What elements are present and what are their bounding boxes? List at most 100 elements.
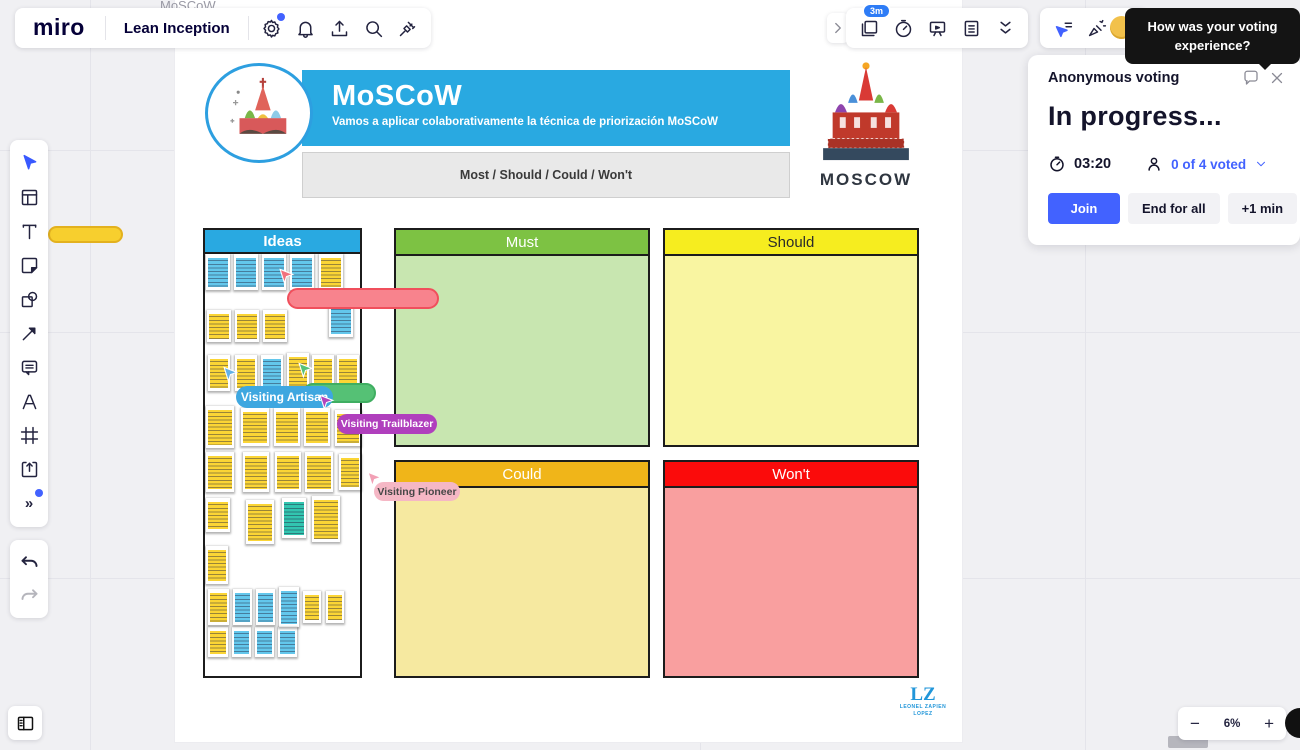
sticky-note[interactable] [303, 407, 331, 447]
cursor-label-pill[interactable] [48, 226, 123, 243]
sticky-note[interactable] [277, 626, 298, 658]
voted-count[interactable]: 0 of 4 voted [1171, 157, 1246, 172]
comment-tool-button[interactable] [13, 351, 45, 384]
sticky-note[interactable] [240, 407, 270, 447]
redo-button[interactable] [13, 579, 45, 612]
frames-timer-button[interactable]: 3m [852, 10, 886, 46]
undo-icon [19, 552, 40, 573]
speech-bubble-icon [1242, 69, 1260, 87]
zoom-level[interactable]: 6% [1224, 718, 1241, 730]
sticky-note[interactable] [302, 590, 322, 624]
help-button[interactable] [1285, 708, 1300, 738]
moscow-caption: MOSCOW [820, 170, 912, 190]
cursor-label-pill[interactable] [287, 288, 439, 309]
undo-button[interactable] [13, 546, 45, 579]
connector-tool-button[interactable] [13, 317, 45, 350]
miro-logo[interactable]: miro [21, 14, 99, 43]
sticky-note[interactable] [231, 626, 252, 658]
sticky-note[interactable] [273, 407, 301, 447]
zoom-in-button[interactable]: + [1264, 715, 1274, 732]
sidebar-toggle-button[interactable] [8, 706, 42, 740]
sticky-note[interactable] [232, 588, 253, 626]
sticky-note-tool-button[interactable] [13, 249, 45, 282]
extend-time-button[interactable]: +1 min [1228, 193, 1298, 224]
export-button[interactable] [323, 10, 357, 46]
zoom-out-button[interactable]: − [1190, 715, 1200, 732]
cathedral-circle-image[interactable] [205, 63, 313, 163]
wont-quadrant[interactable]: Won't [663, 460, 919, 678]
celebrate-button[interactable] [1080, 10, 1114, 46]
easel-icon [927, 18, 948, 39]
zoom-controls: − 6% + [1178, 707, 1286, 740]
shapes-tool-button[interactable] [13, 283, 45, 316]
join-button[interactable]: Join [1048, 193, 1120, 224]
sticky-note[interactable] [281, 497, 307, 539]
sticky-note[interactable] [205, 545, 229, 585]
should-quadrant[interactable]: Should [663, 228, 919, 447]
sticky-note[interactable] [254, 626, 275, 658]
search-icon [363, 18, 384, 39]
must-quadrant[interactable]: Must [394, 228, 650, 447]
text-icon [19, 221, 40, 242]
notes-button[interactable] [954, 10, 988, 46]
redo-icon [19, 585, 40, 606]
sticky-note[interactable] [205, 497, 231, 533]
sticky-note[interactable] [234, 309, 260, 343]
laser-pointer-button[interactable] [1046, 10, 1080, 46]
stopwatch-icon [1048, 155, 1066, 173]
more-tools-button[interactable] [988, 10, 1022, 46]
select-tool-button[interactable] [13, 147, 45, 180]
more-tools-sidebar-button[interactable]: » [13, 487, 45, 520]
credit-name-line1: LEONEL ZAPIEN [893, 704, 953, 711]
frame-tool-button[interactable] [13, 419, 45, 452]
moscow-order-bar[interactable]: Most / Should / Could / Won't [302, 152, 790, 198]
disconnect-button[interactable] [391, 10, 425, 46]
sticky-note[interactable] [325, 590, 345, 624]
sticky-note[interactable] [207, 588, 230, 626]
templates-tool-button[interactable] [13, 181, 45, 214]
sticky-note[interactable] [274, 451, 302, 493]
timer-button[interactable] [886, 10, 920, 46]
sticky-note[interactable] [262, 309, 288, 343]
end-for-all-button[interactable]: End for all [1128, 193, 1220, 224]
sticky-note[interactable] [233, 253, 259, 291]
sticky-note[interactable] [205, 405, 235, 449]
shapes-icon [19, 289, 40, 310]
upload-tool-button[interactable] [13, 453, 45, 486]
text-tool-button[interactable] [13, 215, 45, 248]
settings-button[interactable] [255, 10, 289, 46]
sticky-note[interactable] [207, 626, 229, 658]
notifications-button[interactable] [289, 10, 323, 46]
presentation-button[interactable] [920, 10, 954, 46]
confetti-icon [1087, 18, 1108, 39]
grid-line [90, 0, 91, 750]
sticky-note[interactable] [242, 451, 270, 493]
notification-dot [277, 13, 285, 21]
must-header: Must [396, 230, 648, 256]
sticky-note[interactable] [338, 453, 362, 491]
sticky-note[interactable] [318, 253, 344, 291]
divider [105, 16, 106, 40]
author-credit: LZ LEONEL ZAPIEN LOPEZ [893, 685, 953, 718]
chevron-down-icon[interactable] [1254, 157, 1268, 171]
moscow-image[interactable]: MOSCOW [815, 60, 917, 198]
search-button[interactable] [357, 10, 391, 46]
sticky-note[interactable] [206, 309, 232, 343]
laser-pointer-icon [1053, 18, 1074, 39]
sticky-note[interactable] [205, 253, 231, 291]
sticky-note[interactable] [311, 495, 341, 543]
sticky-note[interactable] [304, 451, 334, 493]
board-title[interactable]: Lean Inception [112, 20, 242, 37]
ideas-header: Ideas [205, 230, 360, 254]
close-panel-button[interactable] [1268, 69, 1286, 92]
pen-tool-button[interactable] [13, 385, 45, 418]
moscow-banner[interactable]: MoSCoW Vamos a aplicar colaborativamente… [302, 70, 790, 146]
cursor-icon [19, 153, 40, 174]
main-toolbar: miro Lean Inception [15, 8, 431, 48]
sticky-note[interactable] [245, 499, 275, 545]
sticky-note[interactable] [278, 586, 300, 628]
sticky-note[interactable] [255, 588, 276, 626]
history-panel [10, 540, 48, 618]
sticky-note[interactable] [205, 451, 235, 493]
feedback-button[interactable] [1242, 69, 1260, 92]
